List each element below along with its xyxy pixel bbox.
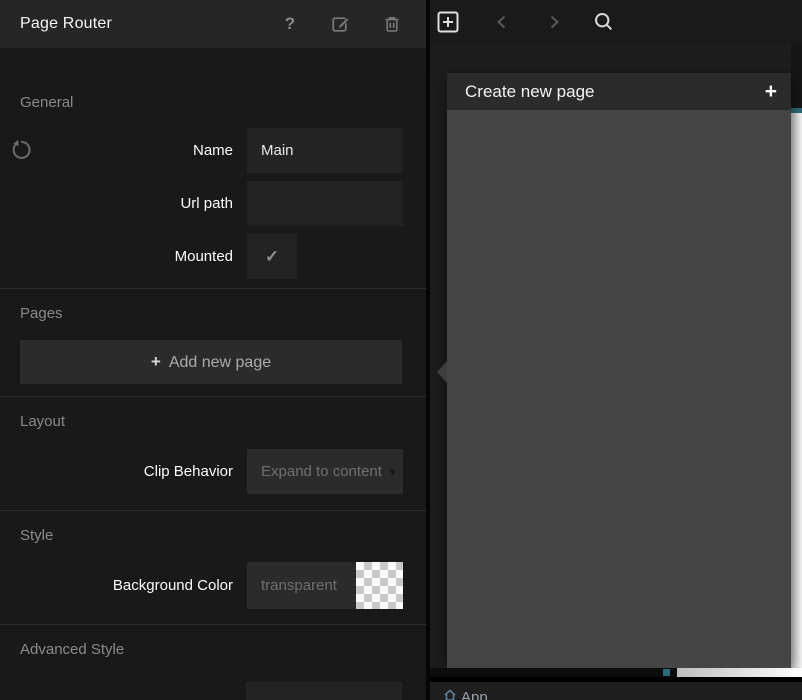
- trash-icon: [382, 14, 402, 34]
- mounted-row: Mounted ✓: [0, 234, 426, 279]
- add-box-icon: [437, 11, 459, 33]
- mounted-checkbox[interactable]: ✓: [247, 234, 297, 279]
- name-row: Name: [0, 128, 426, 173]
- popup-body: [447, 110, 791, 668]
- popup-title: Create new page: [465, 82, 765, 102]
- background-color-input[interactable]: transparent: [247, 562, 403, 609]
- chevron-down-icon: ▾: [389, 449, 396, 494]
- canvas-panel: Create new page + App: [430, 0, 802, 700]
- page-preview-bottom-edge: [677, 668, 802, 677]
- name-input[interactable]: [247, 128, 403, 173]
- canvas-toolbar: [430, 0, 802, 44]
- background-color-value: transparent: [261, 577, 337, 594]
- section-general: General: [0, 93, 426, 113]
- node-graph-header: App: [430, 682, 802, 700]
- section-pages: Pages: [0, 304, 426, 324]
- delete-button[interactable]: [382, 14, 402, 34]
- add-new-page-button[interactable]: + Add new page: [20, 340, 402, 384]
- chevron-right-icon: [546, 14, 562, 30]
- properties-panel: Page Router ?: [0, 0, 426, 700]
- selection-handle: [663, 669, 670, 676]
- section-layout: Layout: [0, 412, 426, 432]
- background-color-row: Background Color transparent: [0, 562, 426, 609]
- edit-icon: [331, 14, 351, 34]
- background-color-label: Background Color: [113, 577, 233, 594]
- navigate-back-button[interactable]: [490, 10, 514, 34]
- url-path-input[interactable]: [247, 181, 403, 226]
- section-style: Style: [0, 526, 426, 546]
- section-divider: [0, 288, 426, 289]
- properties-panel-header: Page Router ?: [0, 0, 426, 48]
- general-rows: Name Url path Mounted ✓: [0, 128, 426, 279]
- add-new-page-label: Add new page: [169, 354, 271, 371]
- clip-behavior-row: Clip Behavior Expand to content ▾: [0, 449, 426, 494]
- section-divider: [0, 624, 426, 625]
- transparent-color-swatch[interactable]: [356, 562, 403, 609]
- url-path-row: Url path: [0, 181, 426, 226]
- popup-header: Create new page +: [447, 73, 791, 110]
- mounted-label: Mounted: [175, 248, 233, 265]
- name-label: Name: [193, 142, 233, 159]
- popup-add-button[interactable]: +: [765, 82, 777, 102]
- app-root: Page Router ?: [0, 0, 802, 700]
- reset-icon: [10, 139, 32, 161]
- search-button[interactable]: [592, 10, 616, 34]
- navigate-forward-button[interactable]: [542, 10, 566, 34]
- reset-to-default-button[interactable]: [10, 139, 32, 161]
- canvas-bottom-edge: [430, 668, 802, 677]
- canvas-background-edge: [791, 44, 802, 108]
- chevron-left-icon: [494, 14, 510, 30]
- section-divider: [0, 396, 426, 397]
- help-button[interactable]: ?: [280, 14, 300, 34]
- search-icon: [593, 11, 615, 33]
- edit-button[interactable]: [331, 14, 351, 34]
- breadcrumb-label: App: [461, 689, 488, 700]
- clip-behavior-select[interactable]: Expand to content ▾: [247, 449, 403, 494]
- breadcrumb-app[interactable]: App: [444, 689, 488, 700]
- advanced-style-input[interactable]: [246, 682, 402, 700]
- clip-behavior-label: Clip Behavior: [144, 463, 233, 480]
- add-component-button[interactable]: [436, 10, 460, 34]
- panel-header-actions: ?: [280, 14, 402, 34]
- home-icon: [444, 689, 456, 700]
- plus-icon: +: [151, 352, 161, 371]
- checkmark-icon: ✓: [265, 247, 279, 267]
- section-divider: [0, 510, 426, 511]
- popup-arrow: [437, 361, 447, 383]
- create-page-popup: Create new page +: [447, 73, 791, 668]
- url-path-label: Url path: [180, 195, 233, 212]
- help-icon: ?: [285, 14, 295, 34]
- panel-title: Page Router: [20, 15, 280, 33]
- section-advanced-style: Advanced Style: [0, 640, 426, 660]
- page-preview-edge: [791, 113, 802, 668]
- clip-behavior-value: Expand to content: [261, 463, 382, 480]
